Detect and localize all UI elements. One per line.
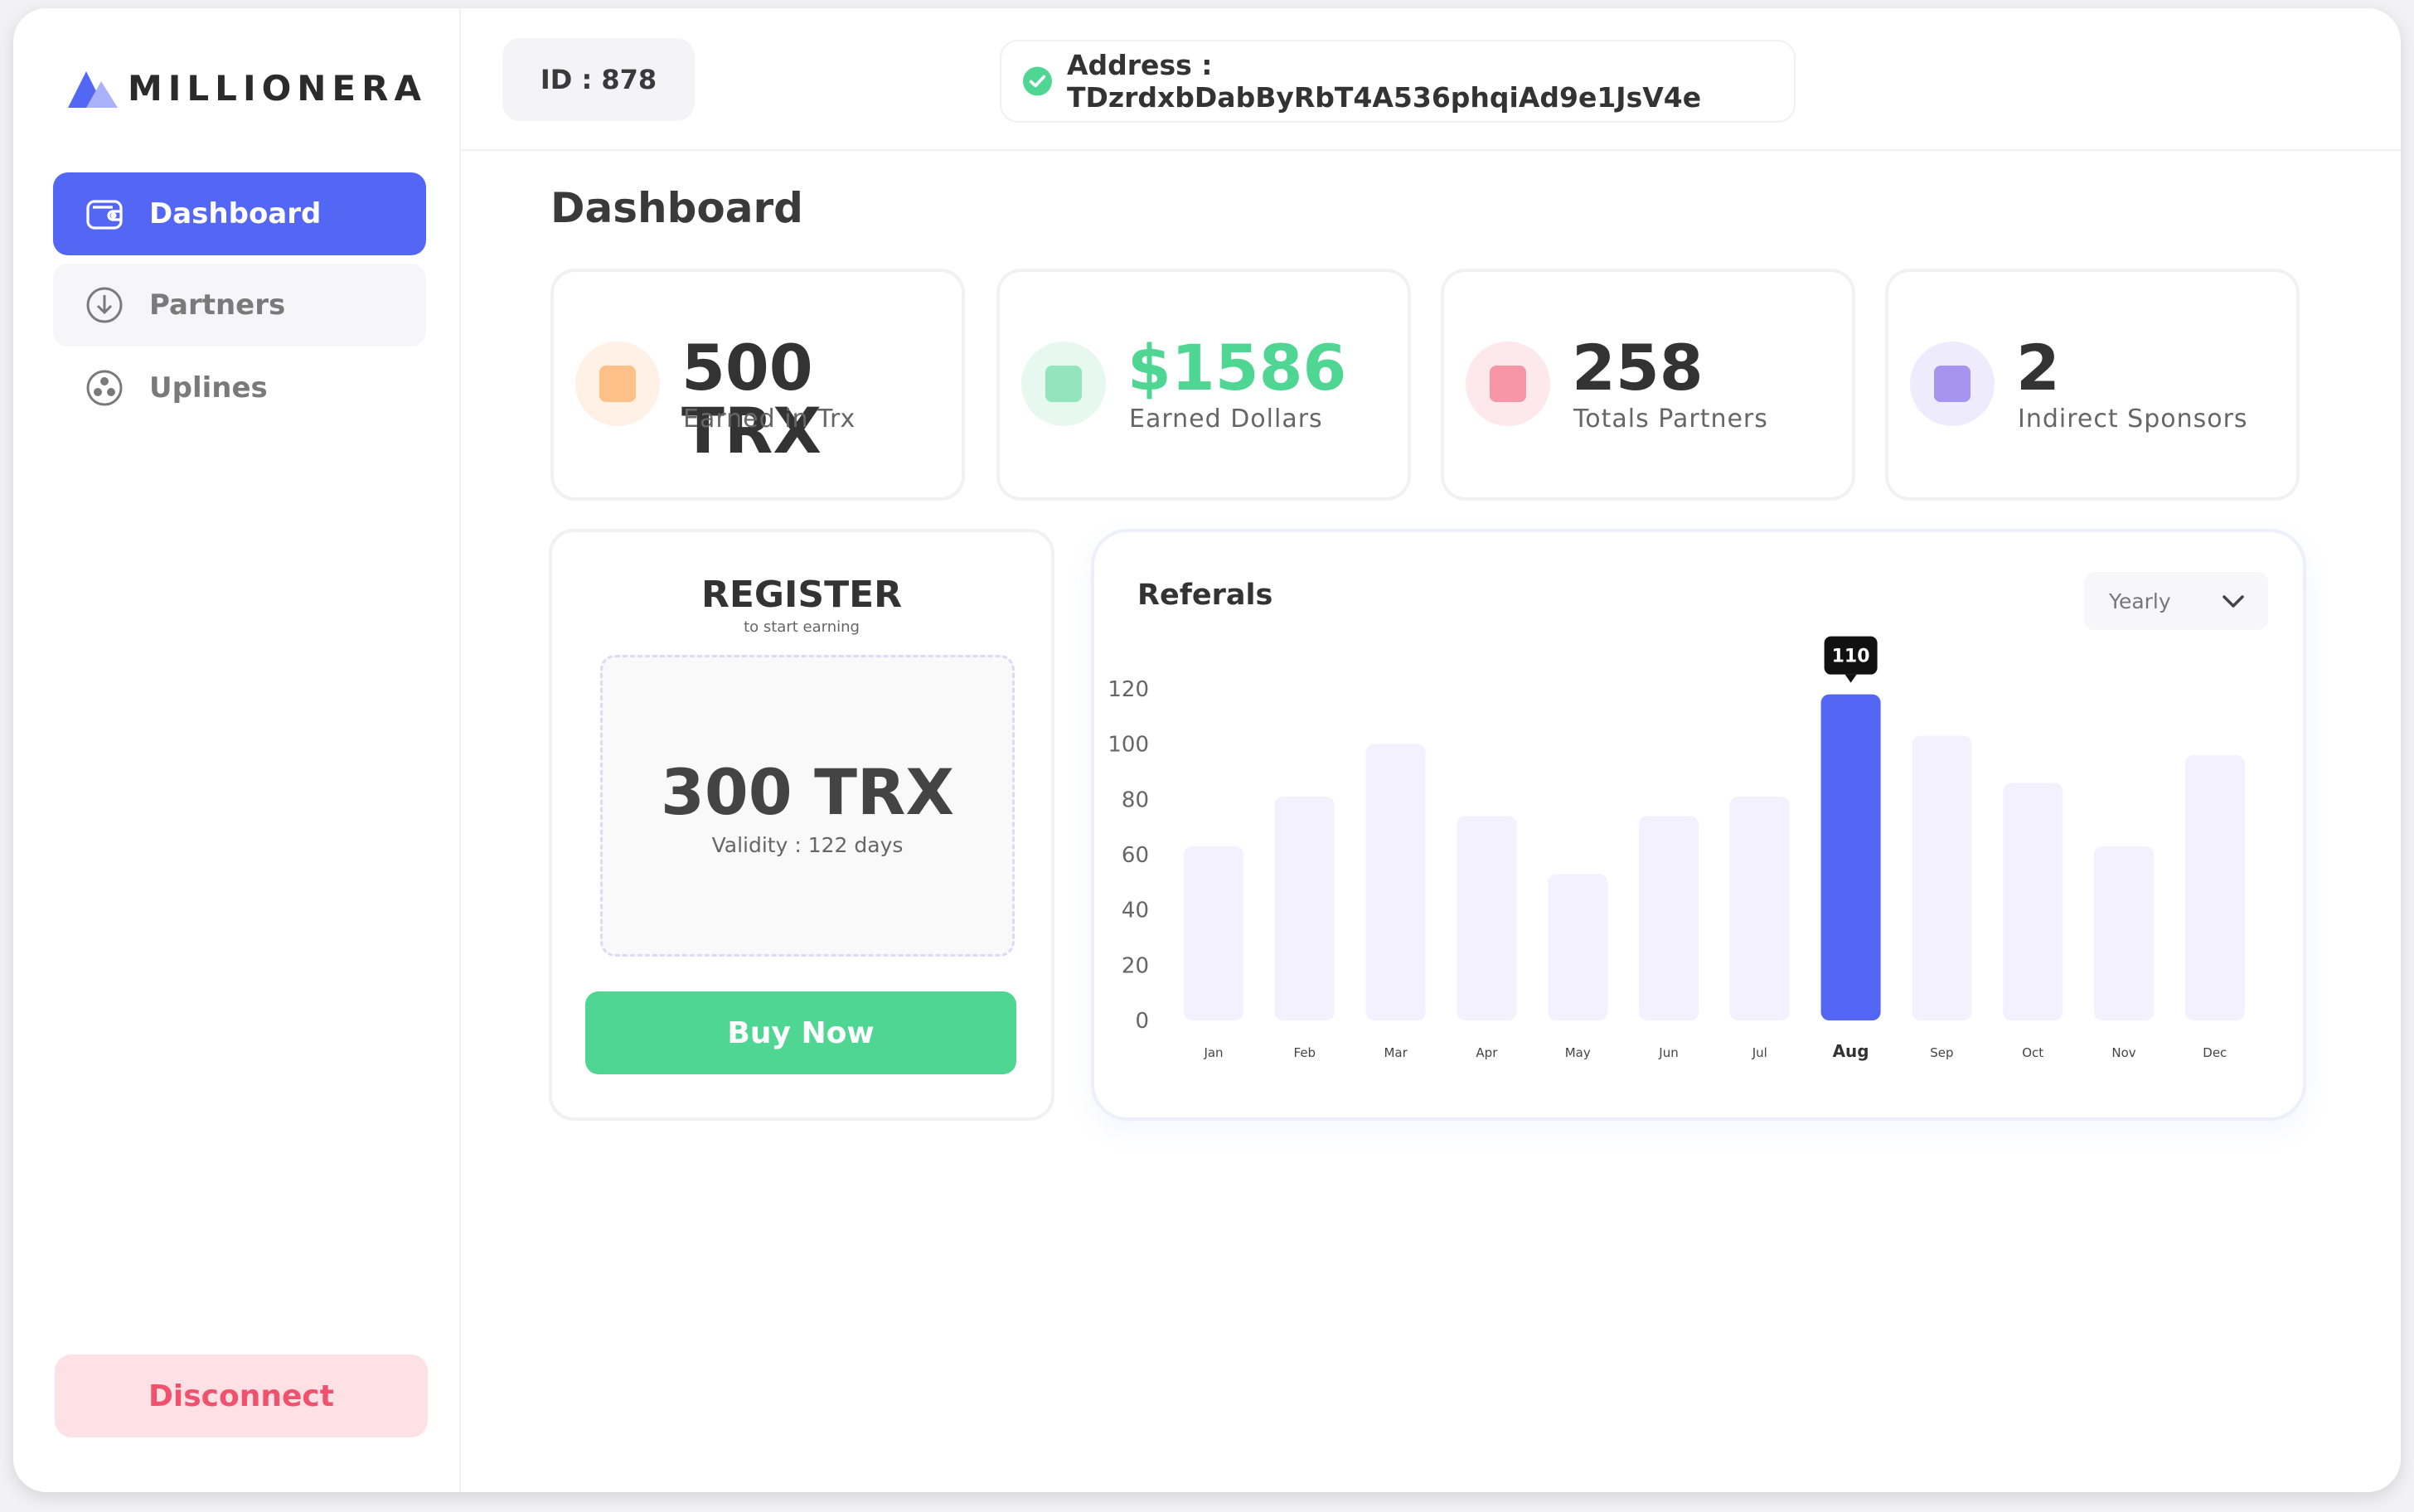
x-tick-label: Feb (1294, 1045, 1316, 1060)
stat-icon-bg (1466, 342, 1550, 426)
chevron-down-icon (2223, 595, 2244, 608)
sidebar-item-dashboard[interactable]: Dashboard (53, 172, 426, 255)
x-tick-label: Mar (1384, 1045, 1408, 1060)
bar-jun (1639, 816, 1699, 1020)
sidebar-item-label: Uplines (149, 371, 268, 405)
bar-mar (1365, 744, 1426, 1020)
inbox-icon (599, 366, 636, 402)
referrals-card: 0 20 40 60 80 100 120 Jan Feb Mar Apr May Jun Jul Aug 1… (1091, 529, 2306, 1121)
bar-jul (1729, 797, 1790, 1020)
period-select[interactable]: Yearly (2084, 572, 2268, 630)
stat-icon-bg (575, 342, 660, 426)
top-bar: ID : 878 Address : TDzrdxbDabByRbT4A536p… (461, 8, 2401, 151)
bar-jan (1184, 846, 1243, 1020)
y-tick-label: 100 (1108, 733, 1149, 758)
bar-apr (1457, 816, 1517, 1020)
brand-name: MILLIONERA (128, 68, 427, 109)
check-circle-icon (1023, 66, 1052, 96)
wallet-address-text: Address : TDzrdxbDabByRbT4A536phqiAd9e1J… (1067, 49, 1702, 114)
users-circle-icon (86, 370, 123, 406)
stat-card-sponsors: 2 Indirect Sponsors (1885, 269, 2300, 501)
brand-logo[interactable]: MILLIONERA (68, 68, 427, 109)
buy-now-button[interactable]: Buy Now (585, 991, 1016, 1074)
inbox-icon (1934, 366, 1970, 402)
stat-value: $1586 (1127, 331, 1347, 405)
y-tick-label: 40 (1122, 899, 1149, 923)
bar-feb (1274, 797, 1335, 1020)
y-tick-label: 120 (1108, 677, 1149, 702)
tooltip-arrow (1844, 674, 1857, 683)
bar-aug (1820, 694, 1881, 1020)
x-tick-label: Aug (1833, 1041, 1869, 1061)
user-id-badge: ID : 878 (502, 38, 695, 121)
stat-icon-bg (1021, 342, 1106, 426)
sidebar-item-label: Dashboard (149, 197, 322, 230)
stat-value: 258 (1572, 331, 1704, 405)
tooltip-label: 110 (1832, 647, 1870, 667)
bar-may (1548, 874, 1608, 1020)
bar-nov (2094, 846, 2154, 1020)
plan-amount: 300 TRX (660, 755, 955, 829)
wallet-icon (86, 200, 123, 230)
y-tick-label: 20 (1122, 953, 1149, 978)
wallet-address[interactable]: Address : TDzrdxbDabByRbT4A536phqiAd9e1J… (1000, 40, 1796, 123)
page-title: Dashboard (550, 184, 803, 232)
download-circle-icon (86, 287, 123, 323)
inbox-icon (1045, 366, 1082, 402)
stat-value: 500 TRX (681, 331, 822, 468)
sidebar-item-uplines[interactable]: Uplines (53, 346, 426, 429)
sidebar: MILLIONERA Dashboard Partners Uplines Di… (13, 8, 461, 1492)
y-tick-label: 0 (1135, 1009, 1149, 1034)
stat-card-trx: 500 TRX Earned in Trx (550, 269, 965, 501)
register-card: REGISTER to start earning 300 TRX Validi… (549, 529, 1054, 1121)
period-select-value: Yearly (2109, 589, 2171, 613)
x-tick-label: Jan (1203, 1045, 1223, 1060)
x-tick-label: Oct (2022, 1045, 2043, 1060)
x-tick-label: May (1565, 1045, 1591, 1060)
y-tick-label: 80 (1122, 788, 1149, 812)
stat-label: Indirect Sponsors (2018, 405, 2248, 434)
bar-oct (2003, 783, 2063, 1020)
stat-label: Totals Partners (1573, 405, 1768, 434)
disconnect-button[interactable]: Disconnect (55, 1354, 428, 1437)
sidebar-item-label: Partners (149, 288, 286, 322)
x-tick-label: Dec (2203, 1045, 2227, 1060)
plan-validity: Validity : 122 days (711, 833, 904, 857)
x-tick-label: Jul (1752, 1045, 1767, 1060)
logo-mark-icon (68, 70, 118, 108)
register-subtitle: to start earning (744, 618, 860, 636)
x-tick-label: Nov (2111, 1045, 2135, 1060)
register-title: REGISTER (700, 574, 903, 616)
stat-card-dollars: $1586 Earned Dollars (996, 269, 1411, 501)
stat-card-partners: 258 Totals Partners (1441, 269, 1855, 501)
stat-icon-bg (1910, 342, 1995, 426)
stat-label: Earned in Trx (683, 405, 856, 434)
inbox-icon (1490, 366, 1526, 402)
bar-dec (2184, 755, 2245, 1020)
x-tick-label: Jun (1658, 1045, 1678, 1060)
y-tick-label: 60 (1122, 843, 1149, 868)
sidebar-item-partners[interactable]: Partners (53, 264, 426, 346)
referrals-title: Referals (1137, 579, 1273, 612)
stat-value: 2 (2016, 331, 2060, 405)
plan-box: 300 TRX Validity : 122 days (600, 655, 1015, 957)
stat-label: Earned Dollars (1129, 405, 1323, 434)
x-tick-label: Sep (1930, 1045, 1953, 1060)
app-window: MILLIONERA Dashboard Partners Uplines Di… (13, 8, 2401, 1492)
x-tick-label: Apr (1476, 1045, 1498, 1060)
bar-sep (1912, 735, 1972, 1020)
